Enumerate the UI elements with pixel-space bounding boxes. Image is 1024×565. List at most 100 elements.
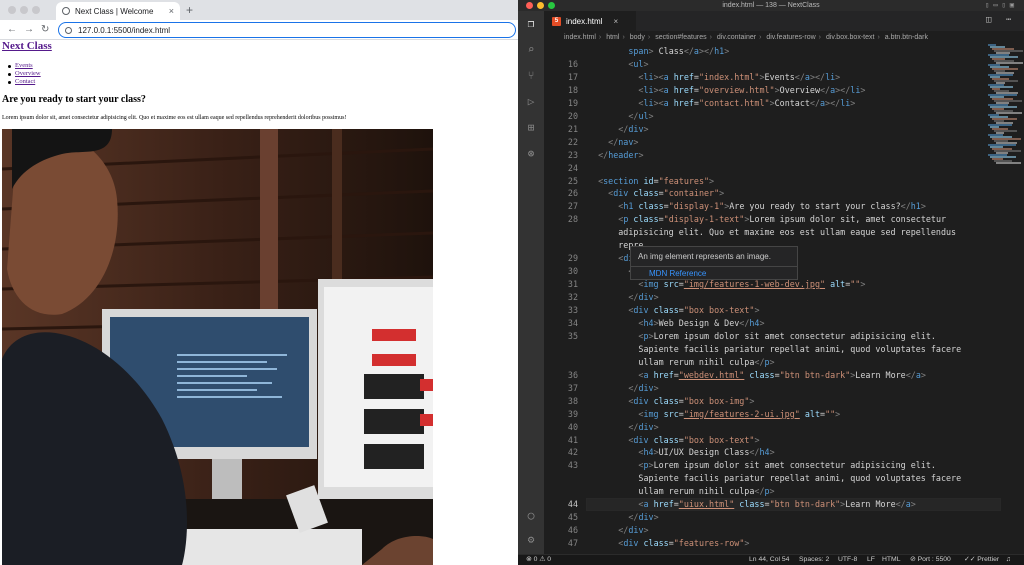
tab-close-icon[interactable]: ×: [613, 17, 618, 26]
code-line[interactable]: <div class="box box-text">: [588, 305, 759, 315]
code-line[interactable]: </div>: [588, 383, 658, 393]
code-line[interactable]: <li><a href="index.html">Events</a></li>: [588, 72, 840, 82]
code-editor[interactable]: span> Class</a></h1> 16 <ul> 17 <li><a hre…: [544, 44, 1004, 554]
account-icon[interactable]: ◯: [524, 509, 538, 523]
code-line[interactable]: <a href="webdev.html" class="btn btn-dar…: [588, 370, 925, 380]
window-close-button[interactable]: [8, 6, 16, 14]
breadcrumb-item[interactable]: index.html: [564, 34, 596, 41]
explorer-icon[interactable]: ❐: [524, 17, 538, 31]
code-line[interactable]: <img src="img/features-1-web-dev.jpg" al…: [588, 279, 865, 289]
cursor-position[interactable]: Ln 44, Col 54: [749, 555, 789, 565]
code-line[interactable]: </div>: [588, 525, 648, 535]
more-actions-icon[interactable]: ⋯: [1006, 15, 1011, 25]
code-line[interactable]: adipisicing elit. Quo et maxime eos est …: [588, 227, 956, 237]
breadcrumb-item[interactable]: html: [606, 34, 619, 41]
breadcrumb-item[interactable]: section#features: [655, 34, 706, 41]
code-line[interactable]: </div>: [588, 124, 648, 134]
notifications-bell-icon[interactable]: ♫: [1006, 555, 1011, 565]
breadcrumb-chevron-icon: ›: [647, 34, 651, 41]
code-line[interactable]: <p>Lorem ipsum dolor sit amet consectetu…: [588, 331, 936, 341]
reload-icon[interactable]: ↻: [41, 23, 49, 37]
code-line[interactable]: Sapiente facilis pariatur repellat animi…: [588, 344, 961, 354]
split-editor-icon[interactable]: ◫: [986, 15, 991, 25]
line-number: 23: [567, 149, 578, 160]
prettier-status[interactable]: ✓✓ Prettier: [964, 555, 999, 565]
new-tab-button[interactable]: +: [186, 3, 193, 17]
source-control-icon[interactable]: ⑂: [524, 69, 538, 83]
run-debug-icon[interactable]: ▷: [524, 95, 538, 109]
forward-arrow-icon[interactable]: →: [24, 23, 34, 37]
line-number: 19: [567, 97, 578, 108]
code-line[interactable]: <img src="img/features-2-ui.jpg" alt="">: [588, 409, 840, 419]
code-line[interactable]: Sapiente facilis pariatur repellat animi…: [588, 473, 961, 483]
editor-tab-index-html[interactable]: 5 index.html ×: [544, 11, 636, 31]
breadcrumb-item[interactable]: div.container: [717, 34, 756, 41]
breadcrumb-item[interactable]: div.box.box-text: [826, 34, 875, 41]
bullet-icon: [8, 72, 11, 76]
breadcrumb-chevron-icon: ›: [818, 34, 821, 41]
tab-close-icon[interactable]: ×: [169, 6, 174, 16]
code-line[interactable]: <li><a href="overview.html">Overview</a>…: [588, 85, 865, 95]
bullet-icon: [8, 80, 11, 84]
window-zoom-button[interactable]: [32, 6, 40, 14]
code-line[interactable]: <h4>Web Design & Dev</h4>: [588, 318, 764, 328]
editor-tab-label: index.html: [566, 16, 603, 26]
minimap[interactable]: [986, 44, 1024, 164]
mdn-reference-link[interactable]: MDN Reference: [649, 269, 706, 278]
window-minimize-button[interactable]: [20, 6, 28, 14]
line-number: 30: [567, 266, 578, 277]
live-server-port[interactable]: ⊘ Port : 5500: [910, 555, 951, 565]
browser-tab-strip: Next Class | Welcome × +: [0, 0, 518, 20]
nav-link-overview[interactable]: Overview: [15, 70, 41, 78]
code-line[interactable]: </header>: [588, 150, 643, 160]
browser-tab-title: Next Class | Welcome: [75, 6, 154, 16]
remote-icon[interactable]: ⊛: [524, 147, 538, 161]
window-title: index.html — 138 — NextClass: [722, 2, 820, 9]
code-line[interactable]: span> Class</a></h1>: [588, 46, 729, 56]
breadcrumb-item[interactable]: div.features-row: [766, 34, 815, 41]
page-heading: Are you ready to start your class?: [2, 94, 146, 105]
html5-file-icon: 5: [552, 16, 561, 26]
eol-status[interactable]: LF: [867, 555, 875, 565]
browser-tab[interactable]: Next Class | Welcome ×: [56, 2, 180, 20]
code-line[interactable]: <div class="box box-img">: [588, 396, 754, 406]
code-line[interactable]: <p>Lorem ipsum dolor sit amet consectetu…: [588, 460, 936, 470]
code-line[interactable]: <section id="features">: [588, 176, 714, 186]
encoding-status[interactable]: UTF-8: [838, 555, 857, 565]
settings-gear-icon[interactable]: ⚙: [524, 533, 538, 547]
code-line[interactable]: <h1 class="display-1">Are you ready to s…: [588, 201, 926, 211]
breadcrumb-chevron-icon: ›: [759, 34, 762, 41]
line-number: 38: [567, 395, 578, 406]
address-bar[interactable]: 127.0.0.1:5500/index.html: [58, 22, 516, 38]
code-line[interactable]: <ul>: [588, 59, 648, 69]
site-brand-link[interactable]: Next Class: [2, 40, 52, 52]
code-line[interactable]: <div class="features-row">: [588, 538, 749, 548]
line-number: 46: [567, 525, 578, 536]
code-line[interactable]: <div class="box box-text">: [588, 435, 759, 445]
site-info-icon[interactable]: [65, 26, 72, 34]
code-line[interactable]: </nav>: [588, 137, 638, 147]
extensions-icon[interactable]: ⊞: [524, 121, 538, 135]
language-mode[interactable]: HTML: [882, 555, 901, 565]
code-line[interactable]: ullam rerum nihil culpa</p>: [588, 357, 774, 367]
back-arrow-icon[interactable]: ←: [7, 23, 17, 37]
nav-link-contact[interactable]: Contact: [15, 78, 35, 86]
code-line[interactable]: <p class="display-1-text">Lorem ipsum do…: [588, 214, 946, 224]
search-icon[interactable]: ⌕: [524, 43, 538, 57]
code-line[interactable]: ullam rerum nihil culpa</p>: [588, 486, 774, 496]
line-number: 31: [567, 279, 578, 290]
indentation-status[interactable]: Spaces: 2: [799, 555, 829, 565]
code-line[interactable]: </ul>: [588, 111, 653, 121]
code-line[interactable]: </div>: [588, 292, 658, 302]
code-line[interactable]: <div class="container">: [588, 188, 724, 198]
code-line[interactable]: <li><a href="contact.html">Contact</a></…: [588, 98, 855, 108]
code-line[interactable]: <a href="uiux.html" class="btn btn-dark"…: [588, 499, 915, 509]
breadcrumb-item[interactable]: a.btn.btn-dark: [885, 34, 928, 41]
code-line[interactable]: </div>: [588, 422, 658, 432]
breadcrumb-item[interactable]: body: [630, 34, 645, 41]
problems-indicator[interactable]: ⊗ 0 ⚠ 0: [526, 555, 551, 565]
code-line[interactable]: </div>: [588, 512, 658, 522]
code-line[interactable]: <h4>UI/UX Design Class</h4>: [588, 447, 774, 457]
layout-icons[interactable]: ▯▭▯▣: [985, 1, 1018, 9]
nav-link-events[interactable]: Events: [15, 62, 33, 70]
